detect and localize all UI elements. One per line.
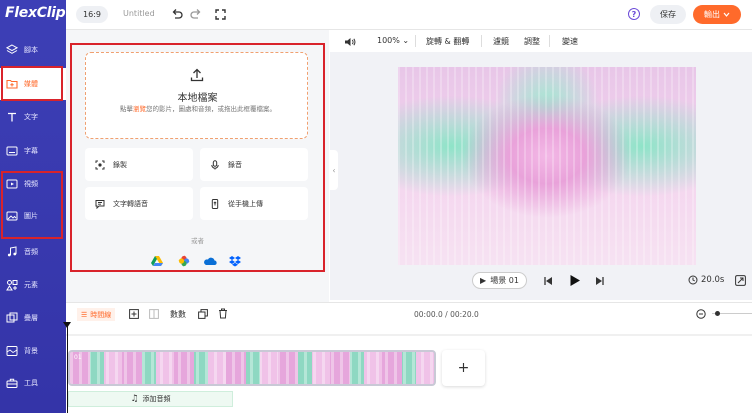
sidebar-item-elements[interactable]: 元素 — [0, 269, 66, 301]
zoom-select[interactable]: 100% ⌄ — [377, 36, 409, 45]
divider — [415, 35, 416, 47]
scene-selector[interactable]: ▶ 場景 01 — [472, 272, 527, 289]
speed-button[interactable]: 變速 — [562, 36, 578, 47]
split-button[interactable]: 數數 — [170, 309, 186, 320]
adjust-button[interactable]: 調整 — [524, 36, 540, 47]
sidebar-item-layers[interactable]: 腳本 — [0, 34, 66, 66]
undo-icon[interactable] — [170, 7, 184, 21]
filter-button[interactable]: 濾鏡 — [493, 36, 509, 47]
highlight-box-media — [1, 66, 63, 101]
zoom-out-icon[interactable] — [696, 309, 706, 319]
sidebar-item-label: 元素 — [24, 281, 38, 289]
scene-duration[interactable]: 20.0s — [688, 275, 724, 285]
timeline-ruler[interactable] — [66, 324, 752, 336]
sidebar-item-toolbox[interactable]: 工具 — [0, 367, 66, 399]
sidebar-item-label: 腳本 — [24, 46, 38, 54]
skip-forward-icon[interactable] — [595, 276, 605, 286]
clip-number: 01 — [74, 354, 82, 361]
play-small-icon: ▶ — [480, 276, 487, 285]
sidebar-item-label: 文字 — [24, 113, 38, 121]
help-icon[interactable]: ? — [628, 8, 640, 20]
delete-icon[interactable] — [218, 308, 228, 319]
timeline-clip[interactable]: 01 — [68, 350, 436, 386]
sidebar-item-subtitle[interactable]: 字幕 — [0, 135, 66, 167]
export-label: 輸出 — [704, 10, 720, 19]
add-audio-button[interactable]: ♫ 添加音頻 — [68, 391, 233, 407]
sidebar-item-label: 疊層 — [24, 314, 38, 322]
fullscreen-icon[interactable] — [213, 7, 227, 21]
chevron-down-icon — [723, 12, 730, 17]
sidebar-item-music[interactable]: 音頻 — [0, 236, 66, 268]
rotate-flip-button[interactable]: 旋轉 & 翻轉 — [426, 36, 469, 47]
highlight-box-upload-panel — [70, 43, 325, 272]
music-note-icon: ♫ — [130, 394, 139, 404]
zoom-slider-thumb[interactable] — [715, 311, 720, 316]
divider — [481, 35, 482, 47]
sidebar-item-background[interactable]: 背景 — [0, 335, 66, 367]
export-button[interactable]: 輸出 — [693, 5, 741, 24]
sidebar-item-label: 工具 — [24, 379, 38, 387]
timeline-icon: ☰ — [81, 310, 88, 319]
subtitle-icon — [6, 145, 18, 157]
divider — [549, 35, 550, 47]
sidebar-item-label: 音頻 — [24, 248, 38, 256]
skip-back-icon[interactable] — [543, 276, 553, 286]
preview-toolbar: 100% ⌄ 旋轉 & 翻轉 濾鏡 調整 變速 — [330, 30, 752, 52]
add-clip-button[interactable]: + — [442, 350, 485, 386]
app-logo[interactable]: FlexClip — [5, 5, 66, 21]
sidebar-item-label: 字幕 — [24, 147, 38, 155]
sidebar-item-text[interactable]: 文字 — [0, 101, 66, 133]
volume-icon[interactable] — [344, 37, 356, 47]
chevron-left-icon: ‹ — [332, 165, 336, 175]
text-icon — [6, 111, 18, 123]
timeline-tab[interactable]: ☰ 時間線 — [77, 308, 116, 321]
sidebar-item-label: 背景 — [24, 347, 38, 355]
timeline-time-display: 00:00.0 / 00:20.0 — [414, 310, 479, 319]
timeline-toolbar: ☰ 時間線 數數 00:00.0 / 00:20.0 — [66, 302, 752, 324]
play-icon[interactable] — [569, 274, 581, 287]
chevron-down-icon: ⌄ — [402, 36, 410, 45]
expand-icon[interactable] — [735, 275, 746, 286]
save-button[interactable]: 保存 — [650, 5, 686, 24]
project-title[interactable]: Untitled — [123, 9, 155, 18]
sidebar-item-overlay[interactable]: 疊層 — [0, 302, 66, 334]
overlay-icon — [6, 312, 18, 324]
layers-icon — [6, 44, 18, 56]
redo-icon[interactable] — [189, 7, 203, 21]
collapse-panel-handle[interactable]: ‹ — [330, 150, 338, 190]
top-bar: 16:9 Untitled ? 保存 輸出 — [66, 0, 752, 30]
background-icon — [6, 345, 18, 357]
clock-icon — [688, 275, 698, 285]
toolbox-icon — [6, 377, 18, 389]
video-preview[interactable] — [398, 67, 696, 265]
highlight-box-video-image — [1, 171, 63, 239]
elements-icon — [6, 279, 18, 291]
split-icon[interactable] — [149, 309, 159, 319]
music-icon — [6, 246, 18, 258]
add-scene-icon[interactable] — [129, 309, 139, 319]
aspect-ratio-button[interactable]: 16:9 — [76, 6, 108, 23]
duplicate-icon[interactable] — [198, 309, 208, 319]
